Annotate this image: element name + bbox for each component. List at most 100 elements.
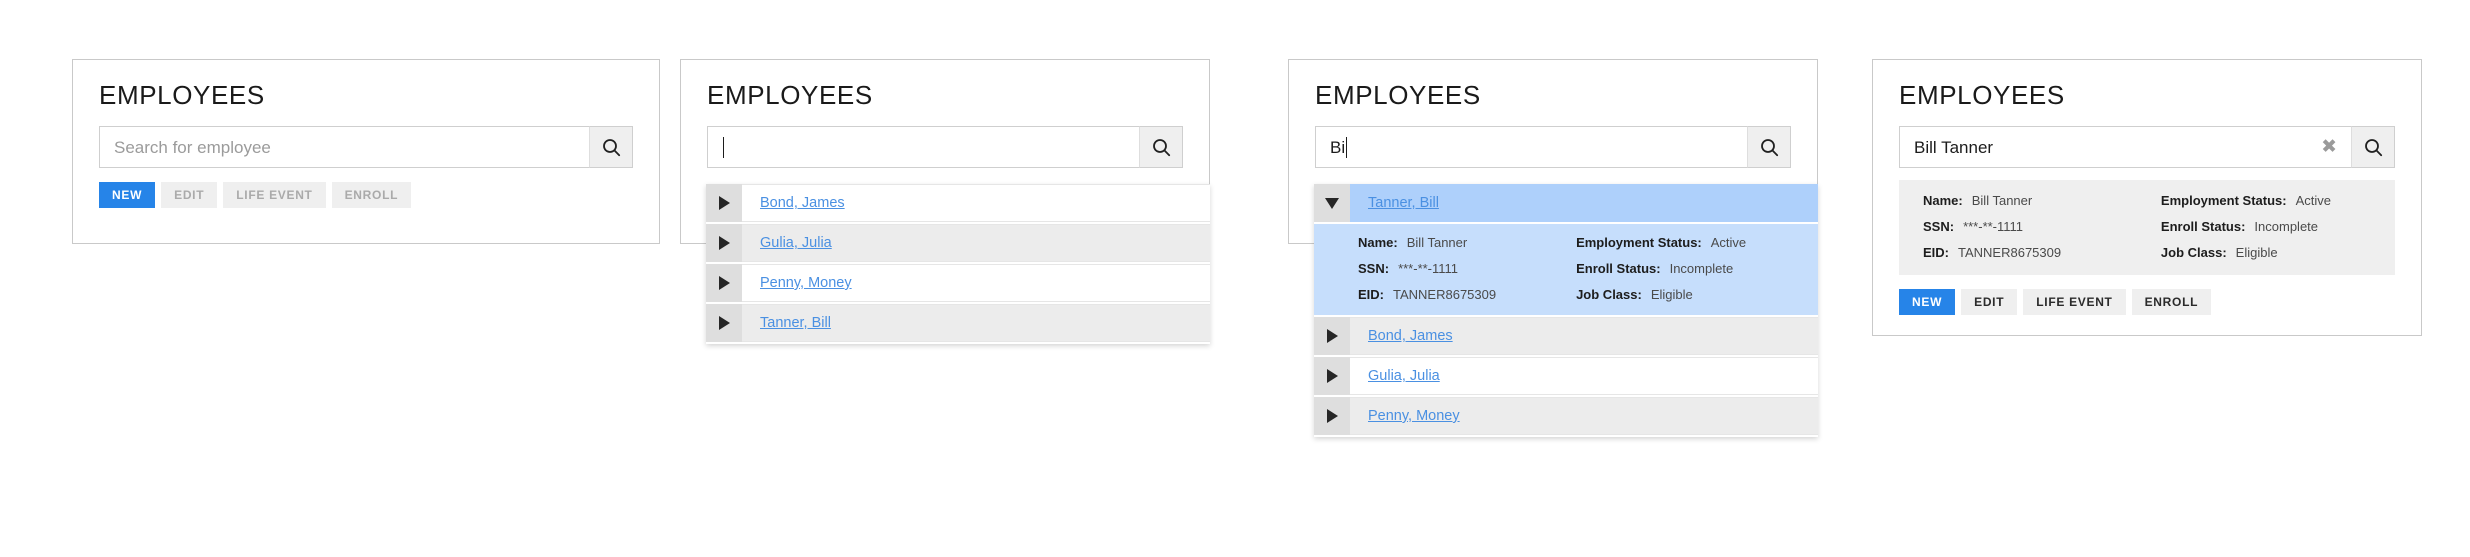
detail-label: Enroll Status:: [2160, 219, 2246, 234]
detail-value: Bill Tanner: [1406, 235, 1468, 250]
detail-value: Active: [1710, 235, 1747, 250]
detail-label: Employment Status:: [2160, 193, 2287, 208]
triangle-down-icon: [1325, 197, 1339, 209]
list-item-label-cell: Gulia, Julia: [742, 224, 1210, 262]
employee-link[interactable]: Bond, James: [1368, 328, 1453, 344]
search-button[interactable]: [589, 126, 633, 168]
detail-label: EID:: [1923, 245, 1949, 260]
list-item-label-cell: Tanner, Bill: [1350, 184, 1818, 222]
list-item[interactable]: Penny, Money: [1314, 397, 1818, 437]
detail-column-left: Name: Bill Tanner SSN: ***-**-1111 EID: …: [1899, 194, 2157, 259]
detail-label: Enroll Status:: [1576, 261, 1661, 276]
employee-link[interactable]: Gulia, Julia: [1368, 368, 1440, 384]
list-item-label-cell: Bond, James: [1350, 317, 1818, 355]
detail-job-class: Job Class: Eligible: [2161, 246, 2395, 259]
detail-job-class: Job Class: Eligible: [1576, 288, 1818, 301]
detail-employment-status: Employment Status: Active: [2161, 194, 2395, 207]
detail-value: Incomplete: [2254, 219, 2319, 234]
triangle-right-icon: [1326, 329, 1338, 343]
employee-link[interactable]: Bond, James: [760, 195, 845, 211]
search-button[interactable]: [1139, 126, 1183, 168]
edit-button[interactable]: EDIT: [161, 182, 218, 208]
detail-label: Employment Status:: [1576, 235, 1702, 250]
triangle-right-icon: [1326, 409, 1338, 423]
employee-detail-expanded: Name: Bill Tanner SSN: ***-**-1111 EID: …: [1314, 224, 1818, 317]
expand-toggle[interactable]: [1314, 357, 1350, 395]
employees-card-empty-search: EMPLOYEES Search for employee NEW EDIT L…: [72, 59, 660, 244]
detail-value: Bill Tanner: [1971, 193, 2033, 208]
enroll-button[interactable]: ENROLL: [331, 182, 412, 208]
employee-link[interactable]: Penny, Money: [760, 275, 852, 291]
triangle-right-icon: [1326, 369, 1338, 383]
employee-link[interactable]: Penny, Money: [1368, 408, 1460, 424]
page-title: EMPLOYEES: [707, 80, 873, 110]
list-item[interactable]: Bond, James: [706, 184, 1210, 224]
search-button[interactable]: [2351, 126, 2395, 168]
text-caret: [723, 136, 724, 158]
employee-detail-panel: Name: Bill Tanner SSN: ***-**-1111 EID: …: [1899, 180, 2395, 275]
life-event-button[interactable]: LIFE EVENT: [2023, 289, 2126, 315]
triangle-right-icon: [718, 276, 730, 290]
search-input[interactable]: Bill Tanner ✖: [1899, 126, 2351, 168]
screenshot-canvas: EMPLOYEES Search for employee NEW EDIT L…: [0, 0, 2470, 557]
detail-label: Job Class:: [1576, 287, 1642, 302]
list-item-label-cell: Tanner, Bill: [742, 304, 1210, 342]
life-event-button[interactable]: LIFE EVENT: [223, 182, 326, 208]
detail-label: Job Class:: [2160, 245, 2227, 260]
triangle-right-icon: [718, 236, 730, 250]
expand-toggle[interactable]: [706, 224, 742, 262]
card-body: EMPLOYEES Bill Tanner ✖ Name: Bill Tanne…: [1873, 60, 2421, 339]
search-value: Bill Tanner: [1914, 137, 1994, 157]
card-body: EMPLOYEES: [681, 60, 1209, 192]
clear-x-icon[interactable]: ✖: [2321, 137, 2337, 157]
edit-button[interactable]: EDIT: [1961, 289, 2018, 315]
action-button-row: NEW EDIT LIFE EVENT ENROLL: [1899, 289, 2395, 315]
card-body: EMPLOYEES Search for employee NEW EDIT L…: [73, 60, 659, 232]
expand-toggle[interactable]: [706, 184, 742, 222]
employee-link[interactable]: Tanner, Bill: [1368, 195, 1439, 211]
detail-label: SSN:: [1358, 261, 1390, 276]
expand-toggle[interactable]: [1314, 317, 1350, 355]
text-caret: [1346, 136, 1348, 158]
employee-suggestion-list: Bond, James Gulia, Julia Penny, Money Ta…: [706, 184, 1210, 344]
detail-employment-status: Employment Status: Active: [1576, 236, 1818, 249]
list-item[interactable]: Penny, Money: [706, 264, 1210, 304]
list-item[interactable]: Tanner, Bill: [706, 304, 1210, 344]
employee-search: Search for employee: [99, 126, 633, 168]
detail-value: Eligible: [2235, 245, 2278, 260]
search-placeholder: Search for employee: [114, 137, 271, 157]
collapse-toggle[interactable]: [1314, 184, 1350, 222]
list-item[interactable]: Bond, James: [1314, 317, 1818, 357]
employee-link[interactable]: Tanner, Bill: [760, 315, 831, 331]
detail-column-right: Employment Status: Active Enroll Status:…: [2157, 194, 2395, 259]
new-button[interactable]: NEW: [99, 182, 156, 208]
detail-eid: EID: TANNER8675309: [1358, 288, 1576, 301]
detail-ssn: SSN: ***-**-1111: [1358, 262, 1576, 275]
search-button[interactable]: [1747, 126, 1791, 168]
search-input[interactable]: [707, 126, 1139, 168]
magnifier-icon: [2364, 138, 2383, 157]
employee-link[interactable]: Gulia, Julia: [760, 235, 832, 251]
detail-value: TANNER8675309: [1393, 287, 1497, 302]
detail-ssn: SSN: ***-**-1111: [1923, 220, 2157, 233]
expand-toggle[interactable]: [1314, 397, 1350, 435]
magnifier-icon: [602, 138, 621, 157]
list-item-label-cell: Penny, Money: [742, 264, 1210, 302]
new-button[interactable]: NEW: [1899, 289, 1956, 315]
page-title: EMPLOYEES: [1315, 80, 1481, 110]
enroll-button[interactable]: ENROLL: [2131, 289, 2212, 315]
list-item[interactable]: Gulia, Julia: [706, 224, 1210, 264]
search-input[interactable]: Bi: [1315, 126, 1747, 168]
list-item-label-cell: Gulia, Julia: [1350, 357, 1818, 395]
detail-label: Name:: [1358, 235, 1398, 250]
expand-toggle[interactable]: [706, 304, 742, 342]
magnifier-icon: [1760, 138, 1779, 157]
list-item-selected[interactable]: Tanner, Bill: [1314, 184, 1818, 224]
search-input[interactable]: Search for employee: [99, 126, 589, 168]
magnifier-icon: [1152, 138, 1171, 157]
employee-search: Bi: [1315, 126, 1791, 168]
detail-name: Name: Bill Tanner: [1358, 236, 1576, 249]
list-item[interactable]: Gulia, Julia: [1314, 357, 1818, 397]
detail-value: ***-**-1111: [1963, 219, 2024, 234]
expand-toggle[interactable]: [706, 264, 742, 302]
